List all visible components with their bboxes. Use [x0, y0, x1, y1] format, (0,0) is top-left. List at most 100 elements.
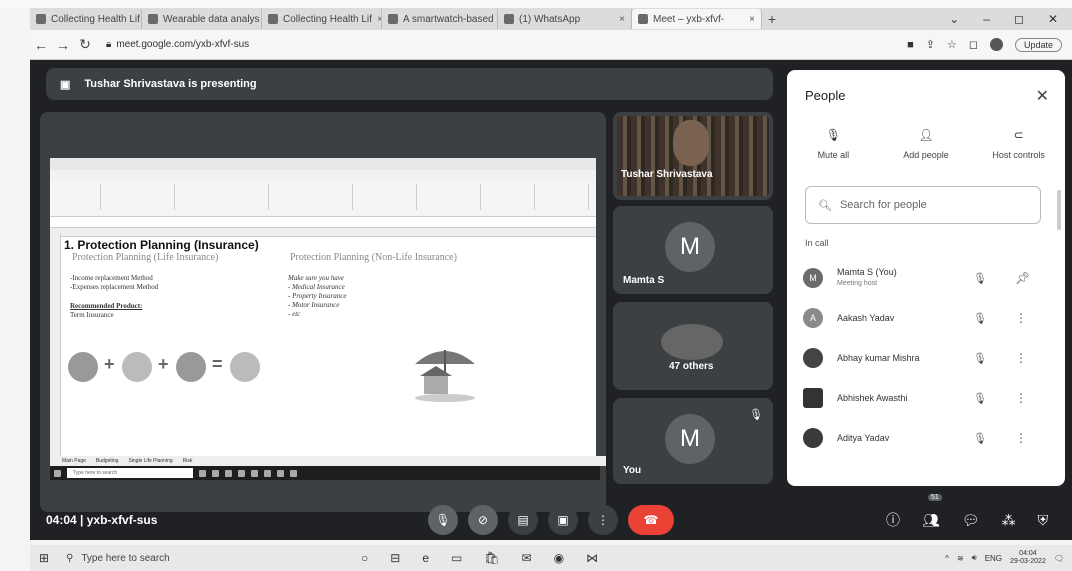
excel-ribbon [50, 180, 596, 217]
taskbar-search[interactable]: ⚲ Type here to search [58, 548, 266, 568]
mail-icon[interactable]: ✉ [522, 551, 532, 565]
mic-off-icon: 🎙︎ [435, 513, 451, 527]
mic-toggle-button[interactable]: 🎙︎ [428, 505, 458, 535]
back-icon[interactable]: ← [30, 37, 52, 53]
search-input[interactable]: 🔍︎ Search for people [805, 186, 1041, 224]
plus-sign: + [158, 354, 169, 374]
volume-icon[interactable]: 🔊︎ [972, 553, 977, 563]
mic-off-icon: 🎙︎ [749, 409, 763, 421]
equals-sign: = [212, 354, 223, 374]
url-field[interactable]: 🔒︎ meet.google.com/yxb-xfvf-sus [106, 39, 249, 50]
more-options-button[interactable]: ⋮ [588, 505, 618, 535]
diagram-bubble [230, 352, 260, 382]
star-icon[interactable]: ☆ [947, 38, 957, 51]
list-item[interactable]: Aditya Yadav 🎙︎ ⋮ [787, 418, 1065, 458]
list-item[interactable]: A Aakash Yadav 🎙︎ ⋮ [787, 298, 1065, 338]
chat-icon[interactable]: 💬︎ [962, 512, 980, 529]
close-window-icon[interactable]: ✕ [1048, 12, 1058, 26]
mic-off-icon[interactable]: 🎙︎ [973, 432, 987, 445]
mic-off-icon[interactable]: 🎙︎ [973, 392, 987, 405]
sheet-tab[interactable]: Main Page [62, 458, 86, 464]
more-options-icon[interactable]: ⋮ [1015, 431, 1027, 445]
present-button[interactable]: ▣ [548, 505, 578, 535]
participant-tile[interactable]: Tushar Shrivastava [613, 112, 773, 200]
people-actions: 🎙︎ Mute all 👤︎ Add people ⊂ Host controls [787, 128, 1065, 160]
host-controls-icon[interactable]: ⛨ [1038, 512, 1049, 529]
browser-tab[interactable]: Wearable data analys× [142, 9, 262, 29]
close-icon[interactable]: × [749, 14, 755, 25]
more-options-icon[interactable]: ⋮ [1015, 311, 1027, 325]
page-icon [148, 14, 158, 24]
sheet-tabs: Main Page Budgeting Single Life Planning… [50, 456, 606, 466]
close-icon[interactable]: ✕ [1036, 86, 1049, 106]
profile-avatar[interactable] [989, 38, 1003, 51]
browser-tab-active[interactable]: Meet – yxb-xfvf- × [632, 9, 762, 29]
vs-code-icon[interactable]: ⋈ [586, 551, 598, 565]
list-item[interactable]: Abhishek Awasthi 🎙︎ ⋮ [787, 378, 1065, 418]
pin-icon[interactable]: 📌︎ [1015, 271, 1030, 285]
new-tab-button[interactable]: + [762, 11, 782, 27]
add-people-button[interactable]: 👤︎ Add people [881, 128, 971, 160]
host-controls-button[interactable]: ⊂ Host controls [974, 128, 1064, 160]
maximize-icon[interactable]: ◻ [1014, 12, 1024, 26]
task-view-icon[interactable]: ⊟ [390, 551, 400, 565]
group-avatar [661, 324, 723, 360]
sheet-tab[interactable]: Single Life Planning [128, 458, 172, 464]
diagram-bubble [176, 352, 206, 382]
search-icon: 🔍︎ [818, 199, 832, 212]
avatar: M [665, 222, 715, 272]
mute-all-button[interactable]: 🎙︎ Mute all [788, 128, 878, 160]
browser-tab[interactable]: A smartwatch-based× [382, 9, 498, 29]
chevron-down-icon[interactable]: ⌄ [949, 12, 959, 26]
participant-list: M Mamta S (You) Meeting host 🎙︎ 📌︎ A Aaka… [787, 258, 1065, 458]
presentation-tile[interactable]: 1. Protection Planning (Insurance) Prote… [40, 112, 606, 512]
more-options-icon[interactable]: ⋮ [1015, 391, 1027, 405]
app-icon [212, 469, 219, 477]
mic-off-icon[interactable]: 🎙︎ [973, 312, 987, 325]
edge-icon[interactable]: e [422, 551, 429, 565]
slide-heading: 1. Protection Planning (Insurance) [64, 238, 259, 252]
scrollbar[interactable] [1057, 190, 1061, 230]
info-icon[interactable]: ⓘ [886, 510, 900, 530]
app-icon [199, 469, 206, 477]
list-item[interactable]: Abhay kumar Mishra 🎙︎ ⋮ [787, 338, 1065, 378]
activities-icon[interactable]: ⁂ [1002, 512, 1016, 529]
more-options-icon[interactable]: ⋮ [1015, 351, 1027, 365]
clock[interactable]: 04:04 29-03-2022 [1010, 550, 1046, 566]
tab-search-icon[interactable]: ◻ [969, 38, 978, 51]
language-indicator[interactable]: ENG [985, 554, 1002, 563]
camera-indicator-icon[interactable]: ■ [907, 39, 914, 51]
camera-toggle-button[interactable]: ⊘ [468, 505, 498, 535]
browser-tab[interactable]: Collecting Health Lif× [30, 9, 142, 29]
update-button[interactable]: Update [1014, 37, 1062, 52]
sheet-tab[interactable]: Risk [183, 458, 193, 464]
windows-start-icon[interactable]: ⊞ [30, 551, 58, 565]
list-item[interactable]: M Mamta S (You) Meeting host 🎙︎ 📌︎ [787, 258, 1065, 298]
notification-icon[interactable]: 🗨︎ [1054, 554, 1064, 563]
share-icon[interactable]: ⇪ [926, 38, 935, 51]
reload-icon[interactable]: ↻ [74, 36, 96, 53]
chrome-icon[interactable]: ◉ [554, 551, 564, 565]
forward-icon[interactable]: → [52, 37, 74, 53]
leave-call-button[interactable]: ☎︎ [628, 505, 674, 535]
people-icon[interactable]: 👥︎ [922, 512, 940, 529]
browser-tab[interactable]: (1) WhatsApp × [498, 9, 632, 29]
sheet-tab[interactable]: Budgeting [96, 458, 119, 464]
add-person-icon: 👤︎ [918, 128, 934, 142]
chevron-up-icon[interactable]: ^ [945, 554, 949, 563]
minimize-icon[interactable]: – [983, 12, 990, 26]
mic-off-icon[interactable]: 🎙︎ [973, 352, 987, 365]
participant-tile[interactable]: M Mamta S [613, 206, 773, 294]
others-tile[interactable]: 47 others [613, 302, 773, 390]
network-icon[interactable]: ≋ [957, 554, 964, 563]
self-tile[interactable]: M 🎙︎ You [613, 398, 773, 484]
app-icon [264, 469, 271, 477]
cortana-icon[interactable]: ○ [361, 551, 368, 565]
close-icon[interactable]: × [619, 14, 625, 25]
browser-tab[interactable]: Collecting Health Lif× [262, 9, 382, 29]
store-icon[interactable]: 🛍︎ [484, 551, 499, 565]
mic-off-icon[interactable]: 🎙︎ [973, 272, 987, 285]
captions-button[interactable]: ▤ [508, 505, 538, 535]
file-explorer-icon[interactable]: ▭ [451, 551, 462, 565]
section-label: In call [805, 238, 829, 248]
